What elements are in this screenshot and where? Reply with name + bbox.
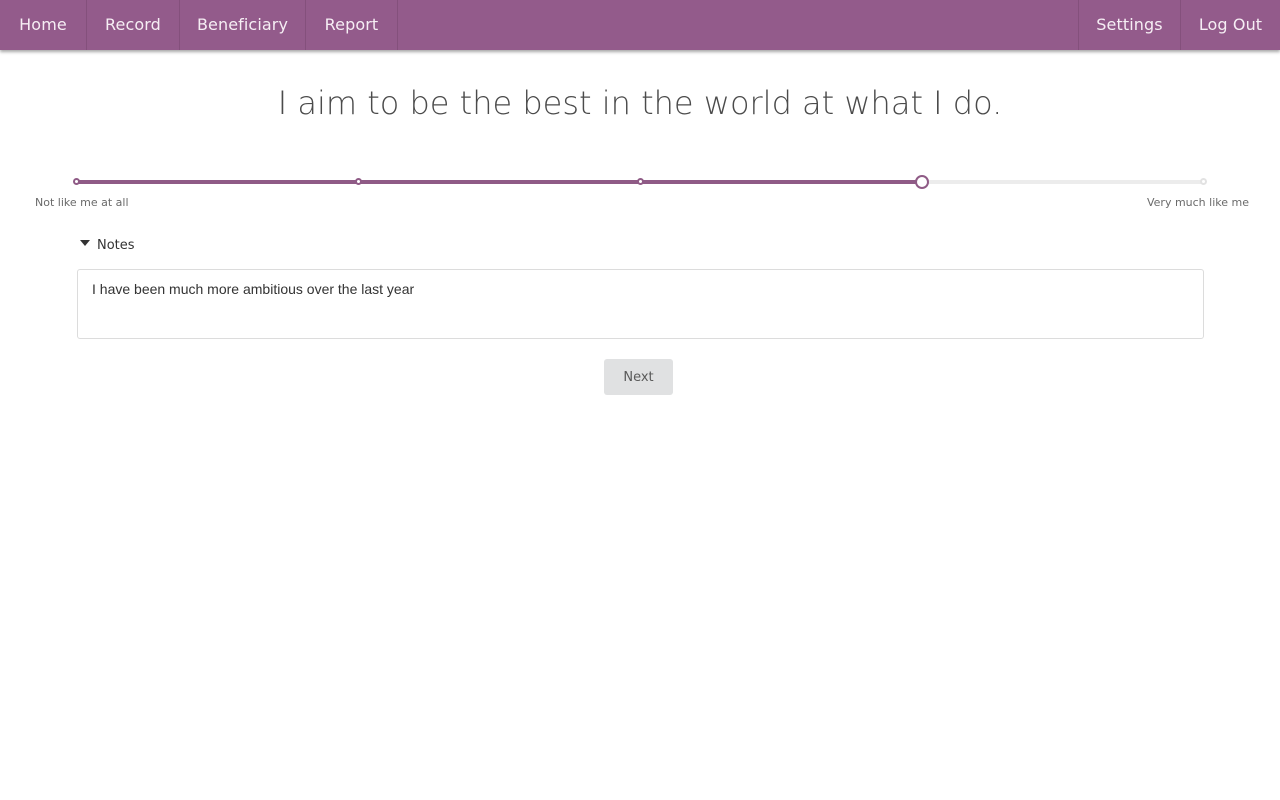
slider-step-marker[interactable] [73,178,80,185]
slider-step-marker[interactable] [1200,178,1207,185]
next-button[interactable]: Next [604,359,673,395]
notes-toggle[interactable]: Notes [80,236,135,254]
nav-separator [397,0,398,50]
nav-log-out[interactable]: Log Out [1181,0,1280,50]
nav-report[interactable]: Report [306,0,397,50]
slider-step-marker[interactable] [354,178,362,185]
notes-textarea[interactable]: I have been much more ambitious over the… [77,269,1204,339]
nav-beneficiary[interactable]: Beneficiary [180,0,305,50]
slider-track-fill [77,180,923,184]
likert-slider[interactable] [0,170,1280,194]
slider-thumb[interactable] [915,175,930,189]
caret-down-icon [80,240,90,246]
scale-max-label: Very much like me [1146,196,1249,209]
slider-step-marker[interactable] [636,178,644,185]
nav-home[interactable]: Home [0,0,86,50]
nav-record[interactable]: Record [87,0,179,50]
scale-min-label: Not like me at all [35,196,129,209]
notes-toggle-label: Notes [97,237,135,253]
nav-settings[interactable]: Settings [1079,0,1180,50]
top-navigation-bar: Home Record Beneficiary Report Settings … [0,0,1280,50]
question-text: I aim to be the best in the world at wha… [277,84,1003,122]
